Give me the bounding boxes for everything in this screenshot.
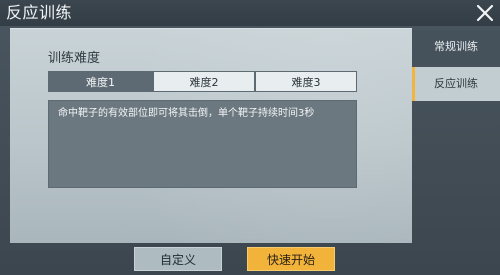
quick-start-button[interactable]: 快速开始 bbox=[247, 247, 335, 271]
difficulty-option-3[interactable]: 难度3 bbox=[255, 71, 357, 92]
training-panel: 训练难度 难度1 难度2 难度3 命中靶子的有效部位即可将其击倒，单个靶子持续时… bbox=[10, 28, 412, 243]
title-bar: 反应训练 bbox=[0, 0, 500, 26]
training-screen: 反应训练 训练难度 难度1 难度2 难度3 命中靶子的有效部位即可将其击倒，单个… bbox=[0, 0, 500, 275]
difficulty-option-2[interactable]: 难度2 bbox=[153, 71, 255, 92]
window-title: 反应训练 bbox=[6, 3, 73, 22]
tab-normal-training[interactable]: 常规训练 bbox=[412, 30, 500, 64]
description-box: 命中靶子的有效部位即可将其击倒，单个靶子持续时间3秒 bbox=[48, 100, 357, 188]
close-icon[interactable] bbox=[476, 4, 494, 22]
custom-button[interactable]: 自定义 bbox=[134, 247, 222, 271]
description-text: 命中靶子的有效部位即可将其击倒，单个靶子持续时间3秒 bbox=[58, 108, 315, 119]
tab-reaction-training[interactable]: 反应训练 bbox=[412, 67, 500, 101]
difficulty-section-title: 训练难度 bbox=[48, 51, 101, 66]
difficulty-option-1[interactable]: 难度1 bbox=[48, 71, 153, 92]
